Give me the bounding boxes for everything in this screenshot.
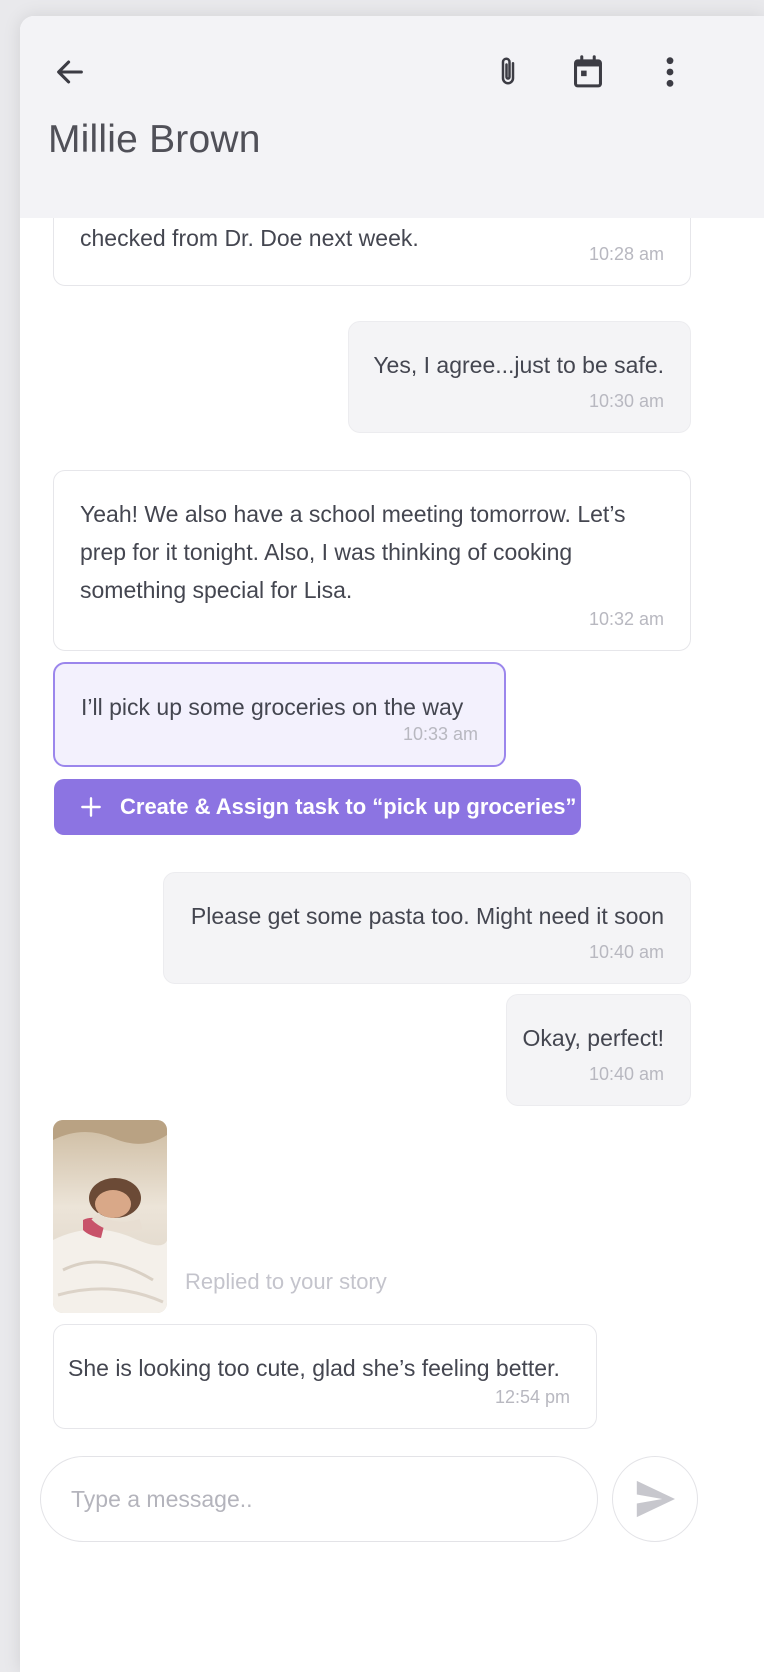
message-timestamp: 10:32 am [588, 609, 664, 629]
send-button[interactable] [612, 1456, 698, 1542]
attach-button[interactable] [486, 50, 530, 94]
message-text: She is looking too cute, glad she’s feel… [68, 1355, 560, 1381]
story-image [53, 1120, 167, 1313]
message-input[interactable] [71, 1485, 597, 1513]
calendar-icon [574, 55, 602, 88]
message-bubble-sent[interactable]: Please get some pasta too. Might need it… [163, 872, 691, 984]
arrow-left-icon [57, 60, 83, 84]
create-assign-task-button[interactable]: Create & Assign task to “pick up groceri… [54, 779, 581, 835]
message-timestamp: 10:30 am [588, 391, 664, 411]
message-bubble-sent[interactable]: Yes, I agree...just to be safe. 10:30 am [348, 321, 691, 433]
message-timestamp: 10:28 am [588, 244, 664, 264]
contact-name: Millie Brown [48, 118, 261, 161]
chat-header: Millie Brown [20, 16, 764, 218]
message-bubble-sent[interactable]: Okay, perfect! 10:40 am [506, 994, 691, 1106]
message-bubble-received[interactable]: She is looking too cute, glad she’s feel… [53, 1324, 597, 1429]
message-text: Okay, perfect! [522, 1025, 664, 1051]
message-text: Please get some pasta too. Might need it… [190, 903, 664, 929]
message-text: Yeah! We also have a school meeting tomo… [80, 501, 626, 603]
message-text: Yes, I agree...just to be safe. [373, 352, 664, 378]
calendar-button[interactable] [566, 50, 610, 94]
plus-icon [81, 797, 101, 817]
message-timestamp: 12:54 pm [494, 1387, 570, 1407]
message-timestamp: 10:40 am [588, 942, 664, 962]
message-bubble-received[interactable]: Yeah! We also have a school meeting tomo… [53, 470, 691, 651]
more-options-button[interactable] [648, 50, 692, 94]
back-button[interactable] [48, 50, 92, 94]
story-thumbnail[interactable] [53, 1120, 167, 1313]
create-assign-task-label: Create & Assign task to “pick up groceri… [120, 794, 577, 819]
story-reply-caption: Replied to your story [185, 1269, 387, 1294]
message-bubble-highlighted[interactable]: I’ll pick up some groceries on the way 1… [53, 662, 506, 767]
message-list[interactable]: checked from Dr. Doe next week. 10:28 am… [20, 16, 764, 1672]
message-timestamp: 10:40 am [588, 1064, 664, 1084]
message-composer[interactable] [40, 1456, 598, 1542]
chat-screen: checked from Dr. Doe next week. 10:28 am… [20, 16, 764, 1672]
more-vertical-icon [666, 57, 674, 87]
message-timestamp: 10:33 am [402, 724, 478, 744]
message-text: checked from Dr. Doe next week. [80, 225, 419, 251]
send-icon [636, 1480, 675, 1518]
paperclip-icon [501, 57, 515, 85]
